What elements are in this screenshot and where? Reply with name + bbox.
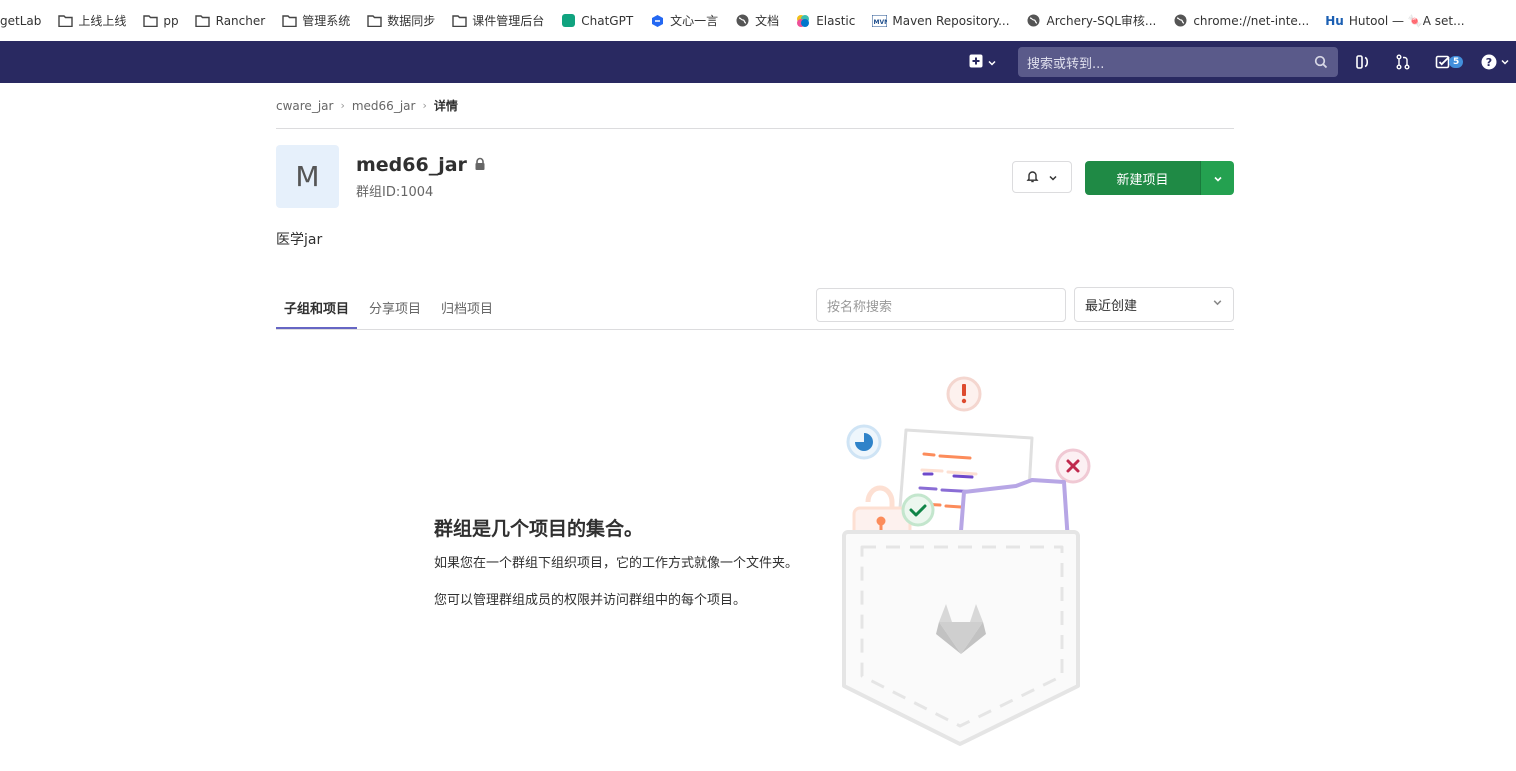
bell-icon <box>1026 168 1039 187</box>
group-avatar: M <box>276 145 339 208</box>
chevron-down-icon <box>1048 168 1058 187</box>
bookmark-label: 文档 <box>755 14 780 28</box>
search-input[interactable]: 搜索或转到... <box>1018 47 1338 77</box>
folder-icon <box>142 14 158 28</box>
notification-dropdown-button[interactable] <box>1012 161 1072 193</box>
help-icon: ? <box>1481 54 1497 70</box>
bookmark-label: 上线上线 <box>78 14 127 28</box>
group-title: med66_jar <box>356 154 486 176</box>
bookmark-label: Rancher <box>215 13 266 28</box>
filter-by-name-input[interactable]: 按名称搜索 <box>816 288 1066 322</box>
folder-icon <box>195 14 211 28</box>
merge-request-icon[interactable] <box>1395 54 1411 74</box>
chevron-down-icon <box>1212 297 1223 312</box>
chevron-right-icon: › <box>340 99 345 112</box>
new-project-button[interactable]: 新建项目 <box>1085 161 1200 195</box>
bookmark-folder[interactable]: Rancher <box>187 0 274 41</box>
chevron-down-icon <box>1213 169 1223 188</box>
check-bubble-icon <box>901 493 935 527</box>
bookmark-elastic[interactable]: Elastic <box>787 0 863 41</box>
bookmark-label: chrome://net-inte... <box>1193 13 1310 28</box>
bookmark-label: 数据同步 <box>387 14 436 28</box>
bookmark-folder[interactable]: 数据同步 <box>358 0 443 41</box>
tab-shared-projects[interactable]: 分享项目 <box>369 287 421 327</box>
search-icon <box>1314 55 1328 73</box>
wenxin-icon <box>649 14 665 28</box>
bookmark-chrome-net[interactable]: chrome://net-inte... <box>1164 0 1317 41</box>
tab-label: 归档项目 <box>441 301 494 317</box>
svg-text:MVN: MVN <box>873 19 887 26</box>
breadcrumb-current: 详情 <box>433 99 458 113</box>
bookmark-label: Maven Repository... <box>892 13 1010 28</box>
bookmark-label: ChatGPT <box>581 13 634 28</box>
tab-label: 分享项目 <box>369 301 422 317</box>
bookmarks-bar: getLab 上线上线 pp Rancher 管理系统 数据同步 课件管理后台 … <box>0 0 1516 41</box>
bookmark-docs[interactable]: 文档 <box>726 0 787 41</box>
breadcrumb-item[interactable]: med66_jar <box>352 99 416 113</box>
empty-group-illustration <box>842 376 1091 746</box>
bookmark-label: Hutool — 🍬A set... <box>1348 13 1465 28</box>
tab-subgroups-and-projects[interactable]: 子组和项目 <box>276 287 358 329</box>
sort-selected-label: 最近创建 <box>1085 299 1138 314</box>
help-dropdown-button[interactable]: ? <box>1481 54 1510 70</box>
issues-icon[interactable] <box>1355 54 1371 74</box>
bookmark-folder[interactable]: 管理系统 <box>273 0 358 41</box>
top-navbar: 搜索或转到... 5 ? <box>0 41 1516 83</box>
folder-icon <box>451 14 467 28</box>
bookmark-getlab[interactable]: getLab <box>0 0 49 41</box>
bookmark-label: 课件管理后台 <box>472 14 545 28</box>
breadcrumb: cware_jar › med66_jar › 详情 <box>276 83 1234 129</box>
elastic-icon <box>795 14 811 28</box>
folder-icon <box>366 14 382 28</box>
bookmark-label: 文心一言 <box>670 14 719 28</box>
plus-square-icon <box>969 53 983 72</box>
new-dropdown-button[interactable] <box>969 53 997 72</box>
todo-count-badge: 5 <box>1449 56 1464 68</box>
pie-chart-bubble-icon <box>846 424 882 460</box>
group-id: 群组ID:1004 <box>356 185 434 200</box>
lock-icon <box>474 154 486 176</box>
chatgpt-icon <box>560 14 576 28</box>
bookmark-maven[interactable]: MVN Maven Repository... <box>863 0 1017 41</box>
bookmark-label: Archery-SQL审核... <box>1046 14 1157 28</box>
bookmark-wenxin[interactable]: 文心一言 <box>641 0 726 41</box>
bookmark-label: pp <box>163 13 179 28</box>
empty-state-text: 如果您在一个群组下组织项目，它的工作方式就像一个文件夹。 <box>434 556 799 571</box>
empty-state-text: 您可以管理群组成员的权限并访问群组中的每个项目。 <box>434 593 747 608</box>
globe-icon <box>734 14 750 28</box>
bookmark-folder[interactable]: 课件管理后台 <box>443 0 552 41</box>
breadcrumb-item[interactable]: cware_jar <box>276 99 333 113</box>
tab-archived-projects[interactable]: 归档项目 <box>441 287 493 327</box>
group-description: 医学jar <box>276 232 323 248</box>
bookmark-chatgpt[interactable]: ChatGPT <box>552 0 641 41</box>
bookmark-folder[interactable]: 上线上线 <box>49 0 134 41</box>
bookmark-archery[interactable]: Archery-SQL审核... <box>1018 0 1165 41</box>
empty-state-title: 群组是几个项目的集合。 <box>434 518 644 540</box>
folder-icon <box>57 14 73 28</box>
chevron-down-icon <box>987 53 997 72</box>
bookmark-hutool[interactable]: Hu Hutool — 🍬A set... <box>1317 0 1472 41</box>
folder-icon <box>281 14 297 28</box>
tab-label: 子组和项目 <box>284 301 350 317</box>
hutool-icon: Hu <box>1325 13 1344 28</box>
globe-icon <box>1172 14 1188 28</box>
new-project-dropdown-toggle[interactable] <box>1200 161 1234 195</box>
chevron-right-icon: › <box>422 99 427 112</box>
group-page: cware_jar › med66_jar › 详情 M med66_jar 群… <box>276 83 1234 330</box>
filter-placeholder: 按名称搜索 <box>827 299 893 315</box>
warning-bubble-icon <box>946 376 982 412</box>
group-name: med66_jar <box>356 154 467 176</box>
chevron-down-icon <box>1501 59 1509 65</box>
mvn-icon: MVN <box>871 14 887 28</box>
search-placeholder: 搜索或转到... <box>1027 56 1105 72</box>
bookmark-label: 管理系统 <box>302 14 351 28</box>
bookmark-label: getLab <box>0 13 42 28</box>
svg-text:?: ? <box>1486 56 1492 69</box>
bookmark-label: Elastic <box>816 13 856 28</box>
close-bubble-icon <box>1055 448 1091 484</box>
globe-icon <box>1026 14 1042 28</box>
sort-dropdown[interactable]: 最近创建 <box>1074 287 1234 322</box>
bookmark-folder[interactable]: pp <box>134 0 186 41</box>
